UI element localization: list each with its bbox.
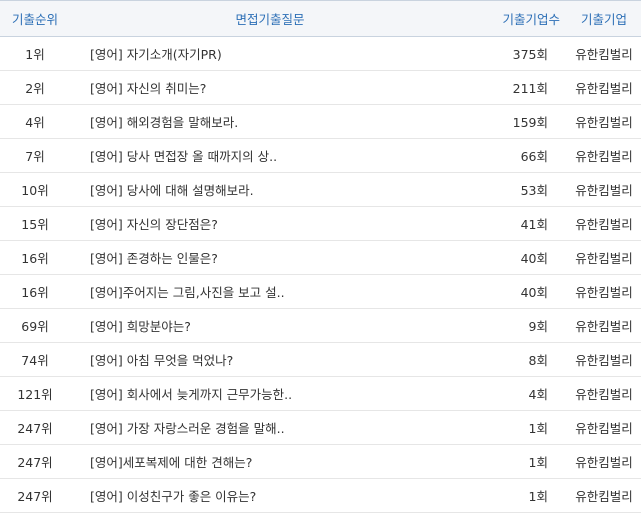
question-link[interactable]: [영어] 희망분야는? [90,319,191,334]
row-question: [영어] 희망분야는? [70,308,470,343]
row-count: 4회 [470,376,564,411]
row-rank: 16위 [0,274,70,309]
row-question: [영어] 해외경험을 말해보라. [70,104,470,139]
row-count: 41회 [470,206,564,241]
table-row: 247위 [영어] 가장 자랑스러운 경험을 말해.. 1회 유한킴벌리 [0,410,641,445]
header-rank: 기출순위 [0,0,70,37]
row-question: [영어] 이성친구가 좋은 이유는? [70,478,470,513]
row-count: 66회 [470,138,564,173]
row-question: [영어]주어지는 그림,사진을 보고 설.. [70,274,470,309]
header-count: 기출기업수 [470,0,564,37]
row-company: 유한킴벌리 [564,172,641,207]
row-question: [영어] 자기소개(자기PR) [70,36,470,71]
table-row: 4위 [영어] 해외경험을 말해보라. 159회 유한킴벌리 [0,104,641,139]
question-link[interactable]: [영어] 회사에서 늦게까지 근무가능한.. [90,387,292,402]
question-link[interactable]: [영어] 해외경험을 말해보라. [90,115,238,130]
row-question: [영어] 회사에서 늦게까지 근무가능한.. [70,376,470,411]
row-company: 유한킴벌리 [564,308,641,343]
row-rank: 4위 [0,104,70,139]
row-count: 375회 [470,36,564,71]
table-row: 74위 [영어] 아침 무엇을 먹었나? 8회 유한킴벌리 [0,342,641,377]
header-company: 기출기업 [564,0,641,37]
table-row: 121위 [영어] 회사에서 늦게까지 근무가능한.. 4회 유한킴벌리 [0,376,641,411]
row-company: 유한킴벌리 [564,410,641,445]
question-link[interactable]: [영어]세포복제에 대한 견해는? [90,455,252,470]
table-header: 기출순위 면접기출질문 기출기업수 기출기업 [0,0,641,37]
table-body: 1위 [영어] 자기소개(자기PR) 375회 유한킴벌리 2위 [영어] 자신… [0,36,641,513]
row-rank: 247위 [0,478,70,513]
row-question: [영어] 당사 면접장 올 때까지의 상.. [70,138,470,173]
table-row: 10위 [영어] 당사에 대해 설명해보라. 53회 유한킴벌리 [0,172,641,207]
table-row: 69위 [영어] 희망분야는? 9회 유한킴벌리 [0,308,641,343]
header-row: 기출순위 면접기출질문 기출기업수 기출기업 [0,0,641,37]
table-row: 15위 [영어] 자신의 장단점은? 41회 유한킴벌리 [0,206,641,241]
table-row: 1위 [영어] 자기소개(자기PR) 375회 유한킴벌리 [0,36,641,71]
table-row: 16위 [영어]주어지는 그림,사진을 보고 설.. 40회 유한킴벌리 [0,274,641,309]
table-row: 247위 [영어]세포복제에 대한 견해는? 1회 유한킴벌리 [0,444,641,479]
question-link[interactable]: [영어] 자신의 장단점은? [90,217,218,232]
table-row: 7위 [영어] 당사 면접장 올 때까지의 상.. 66회 유한킴벌리 [0,138,641,173]
row-company: 유한킴벌리 [564,444,641,479]
row-question: [영어]세포복제에 대한 견해는? [70,444,470,479]
row-company: 유한킴벌리 [564,206,641,241]
row-company: 유한킴벌리 [564,138,641,173]
row-rank: 1위 [0,36,70,71]
row-question: [영어] 가장 자랑스러운 경험을 말해.. [70,410,470,445]
row-question: [영어] 존경하는 인물은? [70,240,470,275]
row-count: 159회 [470,104,564,139]
row-count: 211회 [470,70,564,105]
row-count: 40회 [470,274,564,309]
row-company: 유한킴벌리 [564,376,641,411]
row-company: 유한킴벌리 [564,342,641,377]
row-rank: 247위 [0,410,70,445]
question-link[interactable]: [영어] 이성친구가 좋은 이유는? [90,489,256,504]
row-count: 1회 [470,478,564,513]
row-question: [영어] 당사에 대해 설명해보라. [70,172,470,207]
row-rank: 247위 [0,444,70,479]
row-rank: 74위 [0,342,70,377]
row-company: 유한킴벌리 [564,274,641,309]
row-company: 유한킴벌리 [564,36,641,71]
header-question: 면접기출질문 [70,0,470,37]
row-company: 유한킴벌리 [564,70,641,105]
row-count: 9회 [470,308,564,343]
row-company: 유한킴벌리 [564,104,641,139]
row-count: 53회 [470,172,564,207]
row-rank: 16위 [0,240,70,275]
row-company: 유한킴벌리 [564,240,641,275]
table-row: 247위 [영어] 이성친구가 좋은 이유는? 1회 유한킴벌리 [0,478,641,513]
row-count: 1회 [470,410,564,445]
question-link[interactable]: [영어] 존경하는 인물은? [90,251,218,266]
row-count: 8회 [470,342,564,377]
row-rank: 15위 [0,206,70,241]
row-company: 유한킴벌리 [564,478,641,513]
row-rank: 2위 [0,70,70,105]
interview-question-ranking: 기출순위 면접기출질문 기출기업수 기출기업 1위 [영어] 자기소개(자기PR… [0,0,641,517]
question-link[interactable]: [영어] 자신의 취미는? [90,81,206,96]
question-link[interactable]: [영어] 자기소개(자기PR) [90,47,222,62]
row-question: [영어] 자신의 취미는? [70,70,470,105]
row-rank: 10위 [0,172,70,207]
table-row: 2위 [영어] 자신의 취미는? 211회 유한킴벌리 [0,70,641,105]
row-rank: 121위 [0,376,70,411]
row-rank: 69위 [0,308,70,343]
question-link[interactable]: [영어] 아침 무엇을 먹었나? [90,353,233,368]
question-link[interactable]: [영어]주어지는 그림,사진을 보고 설.. [90,285,285,300]
row-count: 40회 [470,240,564,275]
row-rank: 7위 [0,138,70,173]
row-question: [영어] 아침 무엇을 먹었나? [70,342,470,377]
question-link[interactable]: [영어] 당사 면접장 올 때까지의 상.. [90,149,277,164]
ranking-table: 기출순위 면접기출질문 기출기업수 기출기업 1위 [영어] 자기소개(자기PR… [0,0,641,513]
table-row: 16위 [영어] 존경하는 인물은? 40회 유한킴벌리 [0,240,641,275]
row-question: [영어] 자신의 장단점은? [70,206,470,241]
row-count: 1회 [470,444,564,479]
question-link[interactable]: [영어] 가장 자랑스러운 경험을 말해.. [90,421,285,436]
question-link[interactable]: [영어] 당사에 대해 설명해보라. [90,183,254,198]
